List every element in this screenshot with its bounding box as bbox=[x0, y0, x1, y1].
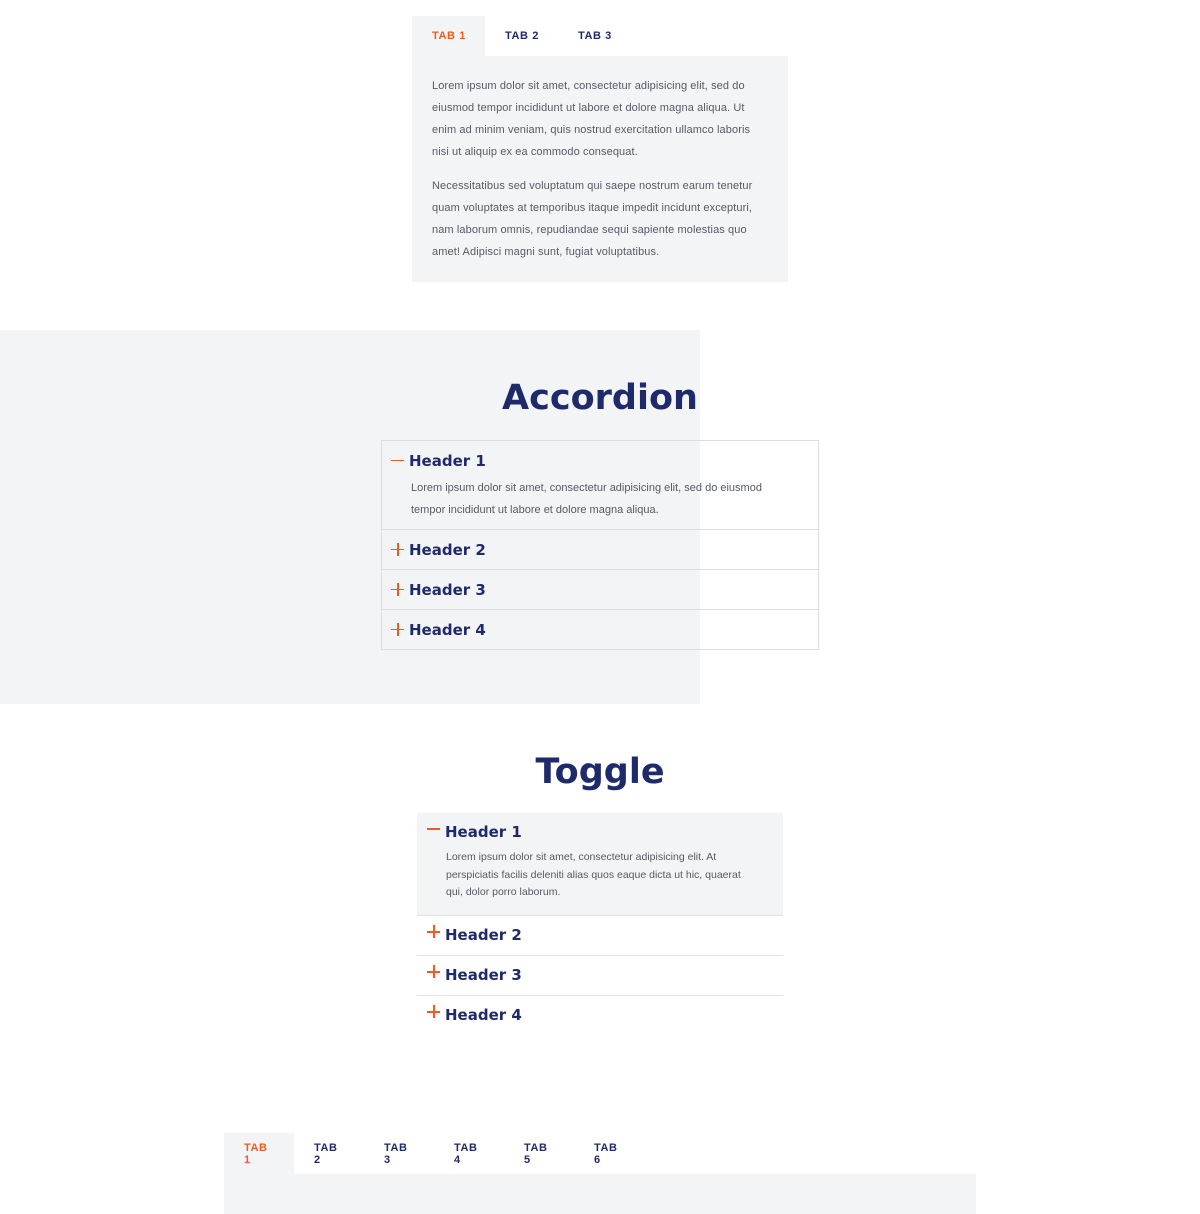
toggle-item-4: Header 4 bbox=[417, 996, 783, 1035]
tab-bar: TAB 1 TAB 2 TAB 3 bbox=[412, 16, 788, 56]
plus-icon bbox=[391, 542, 405, 557]
accordion-header-label: Header 4 bbox=[409, 620, 486, 639]
accordion-header-label: Header 3 bbox=[409, 580, 486, 599]
accordion-title: Accordion bbox=[502, 378, 698, 418]
plus-icon bbox=[427, 925, 441, 939]
plus-icon bbox=[391, 622, 405, 637]
toggle-header-label: Header 3 bbox=[445, 966, 522, 984]
toggle-list: Header 1 Lorem ipsum dolor sit amet, con… bbox=[417, 813, 783, 1035]
tab-3[interactable]: TAB 3 bbox=[364, 1133, 434, 1174]
accordion-header-label: Header 2 bbox=[409, 540, 486, 559]
minus-icon bbox=[391, 454, 405, 468]
tab-2[interactable]: TAB 2 bbox=[485, 16, 558, 56]
toggle-header-label: Header 1 bbox=[445, 823, 522, 841]
tab-1[interactable]: TAB 1 bbox=[224, 1133, 294, 1174]
toggle-title: Toggle bbox=[535, 752, 665, 792]
accordion-header-label: Header 1 bbox=[409, 451, 486, 470]
tab-6[interactable]: TAB 6 bbox=[574, 1133, 644, 1174]
tab-4[interactable]: TAB 4 bbox=[434, 1133, 504, 1174]
tab-1[interactable]: TAB 1 bbox=[412, 16, 485, 56]
accordion-item-4: Header 4 bbox=[382, 610, 818, 649]
accordion-item-2: Header 2 bbox=[382, 530, 818, 570]
accordion-body-1: Lorem ipsum dolor sit amet, consectetur … bbox=[411, 482, 762, 516]
toggle-header-2[interactable]: Header 2 bbox=[417, 916, 783, 955]
accordion: Header 1 Lorem ipsum dolor sit amet, con… bbox=[381, 440, 819, 650]
toggle-header-4[interactable]: Header 4 bbox=[417, 996, 783, 1035]
toggle-header-label: Header 4 bbox=[445, 1006, 522, 1024]
tab-panel bbox=[224, 1174, 976, 1214]
toggle-item-3: Header 3 bbox=[417, 956, 783, 996]
accordion-item-1: Header 1 Lorem ipsum dolor sit amet, con… bbox=[382, 441, 818, 530]
tab-3[interactable]: TAB 3 bbox=[558, 16, 631, 56]
minus-icon bbox=[427, 822, 441, 836]
plus-icon bbox=[427, 965, 441, 979]
toggle-header-1[interactable]: Header 1 bbox=[417, 813, 783, 851]
toggle-item-2: Header 2 bbox=[417, 916, 783, 956]
tab-2[interactable]: TAB 2 bbox=[294, 1133, 364, 1174]
accordion-item-3: Header 3 bbox=[382, 570, 818, 610]
accordion-header-1[interactable]: Header 1 bbox=[382, 441, 818, 480]
tab-panel: Lorem ipsum dolor sit amet, consectetur … bbox=[412, 56, 788, 282]
tab-paragraph-1: Lorem ipsum dolor sit amet, consectetur … bbox=[432, 80, 751, 158]
accordion-header-2[interactable]: Header 2 bbox=[382, 530, 818, 569]
tab-5[interactable]: TAB 5 bbox=[504, 1133, 574, 1174]
tab-paragraph-2: Necessitatibus sed voluptatum qui saepe … bbox=[432, 180, 753, 258]
toggle-item-1: Header 1 Lorem ipsum dolor sit amet, con… bbox=[417, 813, 783, 916]
plus-icon bbox=[391, 582, 405, 597]
plus-icon bbox=[427, 1005, 441, 1019]
accordion-header-4[interactable]: Header 4 bbox=[382, 610, 818, 649]
tab-bar: TAB 1 TAB 2 TAB 3 TAB 4 TAB 5 TAB 6 bbox=[224, 1133, 976, 1174]
tabs-module-bottom: TAB 1 TAB 2 TAB 3 TAB 4 TAB 5 TAB 6 bbox=[224, 1133, 976, 1214]
accordion-header-3[interactable]: Header 3 bbox=[382, 570, 818, 609]
toggle-body-1: Lorem ipsum dolor sit amet, consectetur … bbox=[446, 851, 741, 898]
toggle-header-3[interactable]: Header 3 bbox=[417, 956, 783, 995]
toggle-header-label: Header 2 bbox=[445, 926, 522, 944]
tabs-module-top: TAB 1 TAB 2 TAB 3 Lorem ipsum dolor sit … bbox=[412, 16, 788, 282]
